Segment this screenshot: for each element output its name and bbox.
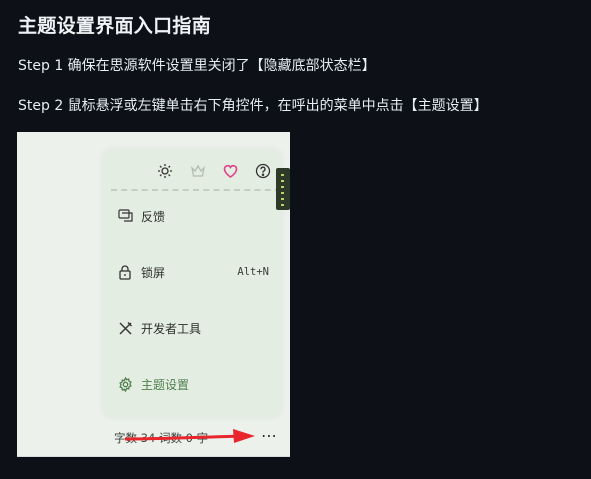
- menu-item-feedback[interactable]: 反馈: [117, 205, 269, 227]
- sun-icon[interactable]: [155, 161, 175, 181]
- step-1-text: Step 1 确保在思源软件设置里关闭了【隐藏底部状态栏】: [18, 58, 376, 74]
- more-icon[interactable]: ⋯: [261, 426, 278, 445]
- menu-item-theme-settings[interactable]: 主题设置: [117, 373, 269, 395]
- step-2-text: Step 2 鼠标悬浮或左键单击右下角控件，在呼出的菜单中点击【主题设置】: [18, 98, 488, 114]
- lock-icon: [117, 264, 133, 280]
- menu-divider: [111, 189, 281, 191]
- red-arrow-annotation: [125, 429, 255, 443]
- crown-icon[interactable]: [188, 161, 208, 181]
- dock-tab[interactable]: [276, 168, 290, 210]
- menu-icon-row: [103, 161, 281, 185]
- menu-item-lock[interactable]: 锁屏 Alt+N: [117, 261, 269, 283]
- help-icon[interactable]: [253, 161, 273, 181]
- embedded-screenshot: 反馈 锁屏 Alt+N 开发者工具 主题设置 字数 34 词数 0 字 ⋯: [17, 132, 290, 457]
- menu-item-devtools[interactable]: 开发者工具: [117, 317, 269, 339]
- screenshot-divider: [17, 456, 290, 457]
- heart-icon[interactable]: [220, 161, 240, 181]
- popup-menu: 反馈 锁屏 Alt+N 开发者工具 主题设置: [103, 149, 281, 417]
- gear-icon: [117, 376, 133, 392]
- guide-title: 主题设置界面入口指南: [18, 15, 212, 37]
- tools-icon: [117, 320, 133, 336]
- feedback-icon: [117, 208, 133, 224]
